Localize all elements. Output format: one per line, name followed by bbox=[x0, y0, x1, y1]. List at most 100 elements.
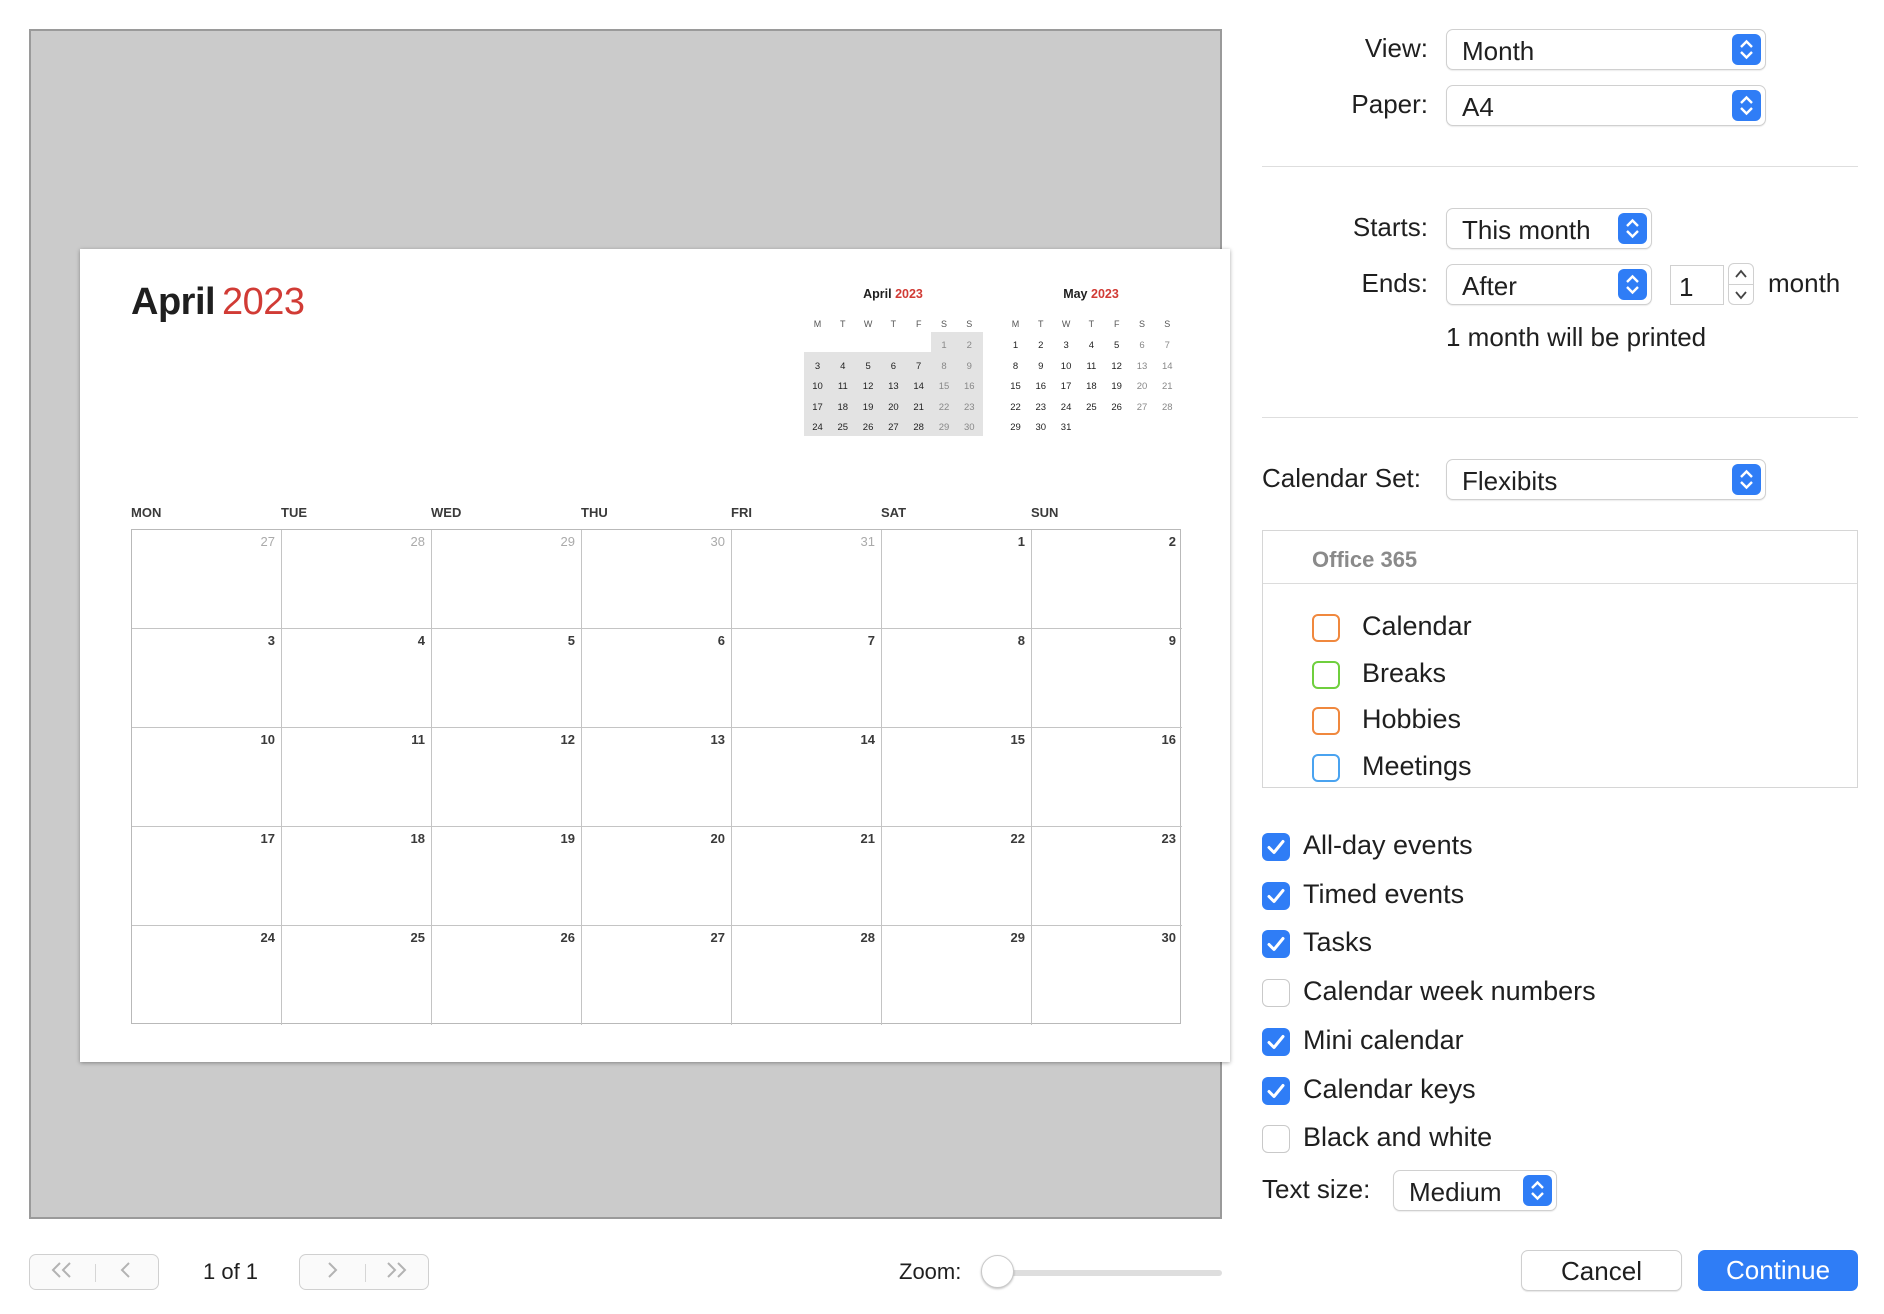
day-number: 12 bbox=[560, 732, 575, 747]
mini-day: 3 bbox=[1063, 340, 1069, 351]
calendar-group-title: Office 365 bbox=[1312, 547, 1418, 572]
mini-day: 16 bbox=[1035, 381, 1047, 392]
day-cell: 14 bbox=[732, 728, 882, 827]
mini-calendar-title: May 2023 bbox=[1003, 287, 1179, 301]
stepper-down-icon[interactable] bbox=[1735, 290, 1747, 300]
day-number: 30 bbox=[710, 534, 725, 549]
mini-day: 15 bbox=[938, 381, 950, 392]
day-cell: 17 bbox=[132, 827, 282, 926]
mini-calendar: April 2023 M T W T F S S 1 2 3 4 5 6 7 8 9 10 11 12 13 14 15 16… bbox=[804, 287, 985, 437]
cancel-button[interactable]: Cancel bbox=[1521, 1250, 1682, 1291]
option-checkbox[interactable]: Calendar week numbers bbox=[1262, 976, 1662, 1011]
double-chevron-right-icon[interactable] bbox=[364, 1259, 428, 1285]
zoom-slider-track[interactable] bbox=[996, 1270, 1222, 1276]
option-label: Timed events bbox=[1303, 878, 1465, 909]
day-number: 29 bbox=[560, 534, 575, 549]
ends-label: Ends: bbox=[1361, 268, 1429, 298]
chevron-right-icon[interactable] bbox=[300, 1259, 364, 1285]
ends-count-field[interactable]: 1 bbox=[1670, 265, 1724, 305]
calendar-set-popup[interactable]: Flexibits bbox=[1446, 459, 1766, 500]
day-number: 14 bbox=[860, 732, 875, 747]
stepper-up-icon[interactable] bbox=[1735, 269, 1747, 279]
checkmark-icon[interactable] bbox=[1262, 1076, 1290, 1105]
calendar-item[interactable]: Calendar bbox=[1312, 611, 1712, 643]
mini-day: 1 bbox=[1012, 340, 1019, 351]
option-label: Tasks bbox=[1303, 927, 1373, 958]
mini-day: 24 bbox=[812, 422, 823, 433]
checkmark-icon[interactable] bbox=[1262, 930, 1290, 959]
view-popup[interactable]: Month bbox=[1446, 29, 1766, 70]
day-number: 8 bbox=[1017, 633, 1025, 648]
option-checkbox[interactable]: Tasks bbox=[1262, 927, 1662, 962]
mini-weekday: F bbox=[915, 319, 922, 329]
double-chevron-left-icon[interactable] bbox=[30, 1259, 94, 1285]
mini-day: 5 bbox=[1114, 340, 1120, 351]
day-cell: 28 bbox=[282, 530, 432, 629]
day-cell: 8 bbox=[882, 629, 1032, 728]
checkmark-icon[interactable] bbox=[1262, 833, 1290, 861]
mini-weekday: F bbox=[1113, 319, 1120, 329]
calendar-item[interactable]: Hobbies bbox=[1312, 704, 1712, 736]
mini-day: 8 bbox=[941, 360, 947, 372]
calendar-checkbox[interactable] bbox=[1312, 707, 1340, 735]
day-number: 31 bbox=[860, 534, 875, 549]
option-checkbox[interactable]: Black and white bbox=[1262, 1122, 1662, 1157]
checkbox-empty[interactable] bbox=[1262, 979, 1290, 1008]
mini-day: 25 bbox=[837, 422, 849, 433]
starts-popup[interactable]: This month bbox=[1446, 208, 1652, 249]
day-number: 2 bbox=[1168, 534, 1176, 549]
popup-arrows-icon bbox=[1732, 34, 1761, 65]
day-number: 5 bbox=[567, 633, 575, 648]
option-checkbox[interactable]: Calendar keys bbox=[1262, 1074, 1662, 1109]
day-number: 30 bbox=[1161, 930, 1176, 945]
mini-day: 13 bbox=[1136, 360, 1148, 372]
day-number: 22 bbox=[1010, 831, 1025, 846]
calendar-list: Office 365 Calendar Breaks Hobbies Meetings bbox=[1262, 530, 1858, 788]
day-number: 28 bbox=[860, 930, 875, 945]
calendar-item[interactable]: Breaks bbox=[1312, 658, 1712, 690]
ends-count-stepper[interactable] bbox=[1728, 263, 1754, 305]
calendar-item[interactable]: Meetings bbox=[1312, 751, 1712, 783]
option-checkbox[interactable]: Timed events bbox=[1262, 878, 1662, 914]
zoom-slider-knob[interactable] bbox=[981, 1255, 1014, 1288]
paper-popup[interactable]: A4 bbox=[1446, 85, 1766, 126]
popup-arrows-icon bbox=[1618, 269, 1647, 300]
ends-count-value: 1 bbox=[1679, 272, 1694, 302]
checkbox-empty[interactable] bbox=[1262, 1125, 1290, 1154]
option-checkbox[interactable]: All-day events bbox=[1262, 830, 1662, 865]
calendar-checkbox[interactable] bbox=[1312, 614, 1340, 642]
day-number: 27 bbox=[710, 930, 725, 945]
day-cell: 13 bbox=[582, 728, 732, 827]
ends-unit-label: month bbox=[1768, 268, 1841, 298]
weekday-label: SUN bbox=[1031, 505, 1059, 520]
mini-day: 3 bbox=[814, 360, 821, 372]
mini-day: 12 bbox=[1111, 360, 1122, 372]
ends-value: After bbox=[1462, 271, 1517, 301]
day-number: 18 bbox=[410, 831, 425, 846]
weekday-label: SAT bbox=[881, 505, 907, 520]
calendar-checkbox[interactable] bbox=[1312, 660, 1340, 689]
mini-day: 22 bbox=[938, 401, 950, 413]
option-label: Calendar week numbers bbox=[1303, 976, 1596, 1007]
calendar-checkbox[interactable] bbox=[1312, 753, 1340, 782]
day-cell: 18 bbox=[282, 827, 432, 926]
day-cell: 25 bbox=[282, 926, 432, 1025]
pager-back-group bbox=[29, 1254, 159, 1290]
text-size-popup[interactable]: Medium bbox=[1393, 1170, 1557, 1211]
month-grid: 27 28 29 30 31 1 2 3 4 5 6 7 8 9 10 11 12 13 14 15 16 17 18 19 2… bbox=[131, 529, 1182, 1025]
continue-button[interactable]: Continue bbox=[1698, 1250, 1858, 1291]
mini-day: 28 bbox=[1162, 401, 1173, 413]
zoom-label: Zoom: bbox=[899, 1259, 962, 1284]
checkmark-icon[interactable] bbox=[1262, 1027, 1290, 1056]
day-number: 19 bbox=[560, 831, 575, 846]
day-cell: 26 bbox=[432, 926, 582, 1025]
mini-day: 2 bbox=[1038, 340, 1044, 351]
mini-day: 21 bbox=[1162, 381, 1173, 392]
mini-day: 8 bbox=[1012, 360, 1019, 372]
checkmark-icon[interactable] bbox=[1262, 881, 1290, 910]
option-checkbox[interactable]: Mini calendar bbox=[1262, 1025, 1662, 1060]
ends-popup[interactable]: After bbox=[1446, 264, 1652, 305]
chevron-left-icon[interactable] bbox=[94, 1259, 158, 1285]
mini-day: 31 bbox=[1060, 422, 1072, 433]
starts-value: This month bbox=[1462, 215, 1591, 245]
